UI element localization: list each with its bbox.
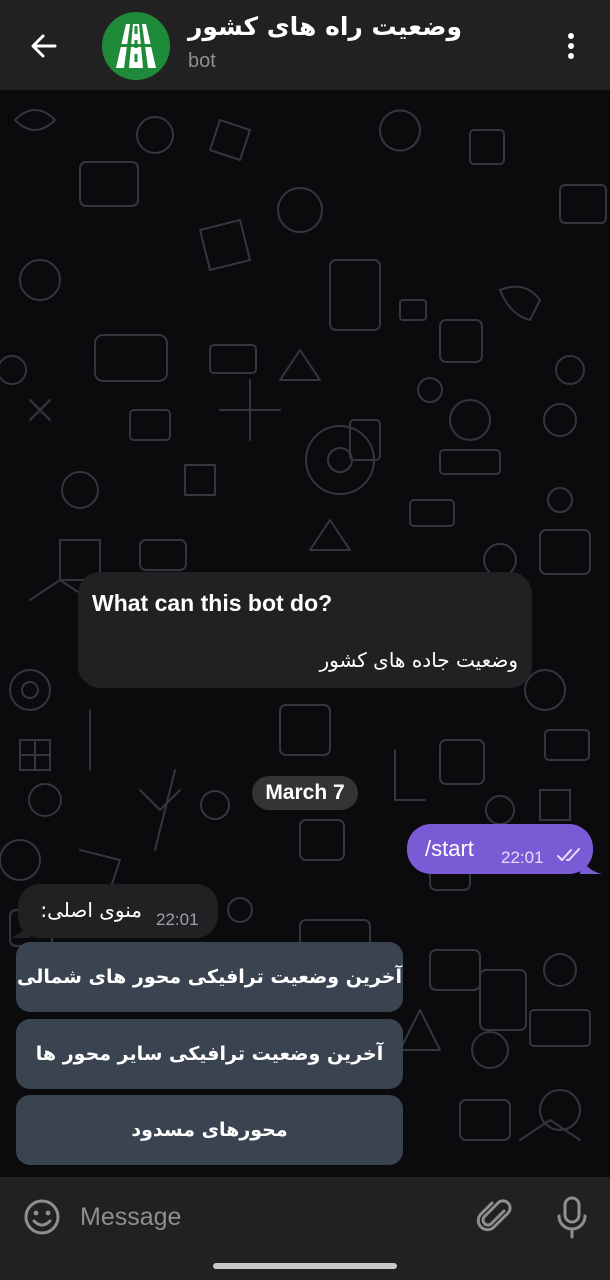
more-vertical-icon bbox=[568, 33, 574, 39]
message-input[interactable] bbox=[80, 1195, 460, 1239]
back-button[interactable] bbox=[24, 26, 64, 66]
chat-area[interactable]: What can this bot do? وضعیت جاده های کشو… bbox=[0, 90, 610, 1177]
home-indicator[interactable] bbox=[213, 1263, 397, 1269]
outgoing-message[interactable]: /start 22:01 bbox=[407, 824, 593, 874]
microphone-icon[interactable] bbox=[552, 1195, 592, 1239]
incoming-message-text: منوی اصلی: bbox=[40, 898, 142, 922]
keyboard-button-north-routes[interactable]: آخرین وضعیت ترافیکی محور های شمالی bbox=[16, 942, 403, 1012]
arrow-left-icon bbox=[31, 34, 57, 58]
avatar[interactable] bbox=[102, 12, 170, 80]
message-composer bbox=[0, 1177, 610, 1280]
bot-info-description: وضعیت جاده های کشور bbox=[319, 648, 518, 672]
incoming-message-time: 22:01 bbox=[156, 910, 199, 929]
smiley-icon[interactable] bbox=[22, 1197, 62, 1237]
road-logo-icon bbox=[102, 12, 170, 80]
keyboard-button-blocked-routes[interactable]: محورهای مسدود bbox=[16, 1095, 403, 1165]
chat-title[interactable]: وضعیت راه های کشور bbox=[188, 12, 462, 41]
keyboard-button-other-routes[interactable]: آخرین وضعیت ترافیکی سایر محور ها bbox=[16, 1019, 403, 1089]
more-options-button[interactable] bbox=[556, 26, 586, 66]
more-vertical-icon-dot bbox=[568, 43, 574, 49]
bot-info-card: What can this bot do? وضعیت جاده های کشو… bbox=[78, 572, 532, 688]
incoming-message[interactable]: منوی اصلی: 22:01 bbox=[18, 884, 218, 938]
outgoing-message-text: /start bbox=[425, 836, 474, 861]
chat-subtitle: bot bbox=[188, 50, 216, 72]
chat-header: وضعیت راه های کشور bot bbox=[0, 0, 610, 90]
date-separator: March 7 bbox=[252, 776, 358, 810]
outgoing-bubble-tail bbox=[580, 852, 602, 874]
more-vertical-icon-dot bbox=[568, 53, 574, 59]
outgoing-message-time: 22:01 bbox=[501, 848, 544, 867]
bot-info-title: What can this bot do? bbox=[92, 590, 333, 616]
paperclip-icon[interactable] bbox=[476, 1197, 516, 1237]
